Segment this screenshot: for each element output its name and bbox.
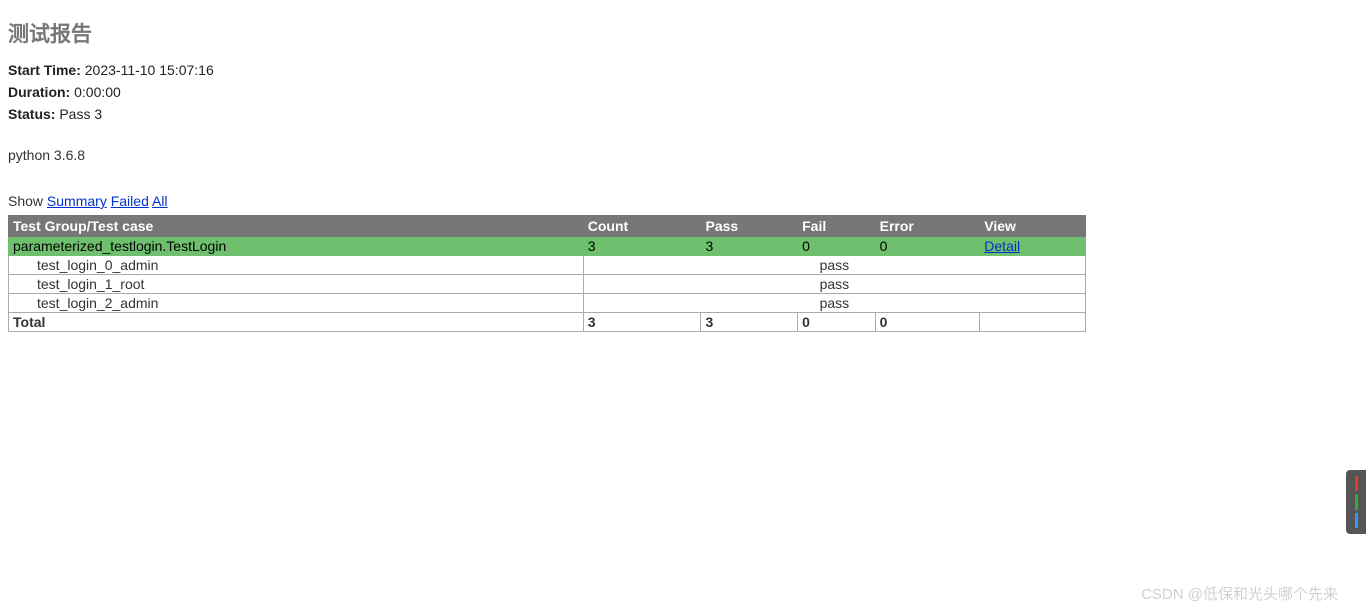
filter-all-link[interactable]: All [152, 193, 168, 209]
class-count: 3 [583, 237, 701, 256]
total-pass: 3 [701, 313, 798, 332]
filter-summary-link[interactable]: Summary [47, 193, 107, 209]
watermark-text: CSDN @低保和光头哪个先来 [1141, 583, 1338, 604]
total-label: Total [9, 313, 584, 332]
class-name: parameterized_testlogin.TestLogin [9, 237, 584, 256]
case-name: test_login_0_admin [9, 256, 584, 275]
case-name: test_login_2_admin [9, 294, 584, 313]
filter-bar: Show Summary Failed All [8, 193, 1358, 209]
header-pass: Pass [701, 216, 798, 237]
status-label: Status: [8, 106, 55, 122]
class-view: Detail [980, 237, 1086, 256]
page-title: 测试报告 [8, 18, 1358, 48]
detail-link[interactable]: Detail [984, 238, 1020, 254]
total-count: 3 [583, 313, 701, 332]
case-row: test_login_0_admin pass [9, 256, 1086, 275]
case-result: pass [583, 256, 1085, 275]
sidebar-widget[interactable] [1346, 470, 1366, 534]
case-result: pass [583, 275, 1085, 294]
total-view [980, 313, 1086, 332]
widget-bar-icon [1355, 494, 1358, 509]
header-error: Error [875, 216, 980, 237]
header-fail: Fail [798, 216, 876, 237]
total-fail: 0 [798, 313, 876, 332]
duration-value: 0:00:00 [74, 84, 121, 100]
environment-info: python 3.6.8 [8, 147, 1358, 163]
case-name: test_login_1_root [9, 275, 584, 294]
status-row: Status: Pass 3 [8, 106, 1358, 122]
duration-row: Duration: 0:00:00 [8, 84, 1358, 100]
header-view: View [980, 216, 1086, 237]
header-name: Test Group/Test case [9, 216, 584, 237]
start-time-value: 2023-11-10 15:07:16 [85, 62, 214, 78]
header-count: Count [583, 216, 701, 237]
total-row: Total 3 3 0 0 [9, 313, 1086, 332]
case-result: pass [583, 294, 1085, 313]
table-header-row: Test Group/Test case Count Pass Fail Err… [9, 216, 1086, 237]
case-row: test_login_1_root pass [9, 275, 1086, 294]
class-error: 0 [875, 237, 980, 256]
result-table: Test Group/Test case Count Pass Fail Err… [8, 215, 1086, 332]
class-fail: 0 [798, 237, 876, 256]
widget-bar-icon [1355, 476, 1358, 491]
filter-failed-link[interactable]: Failed [111, 193, 149, 209]
total-error: 0 [875, 313, 980, 332]
class-pass: 3 [701, 237, 798, 256]
class-row: parameterized_testlogin.TestLogin 3 3 0 … [9, 237, 1086, 256]
start-time-label: Start Time: [8, 62, 81, 78]
case-row: test_login_2_admin pass [9, 294, 1086, 313]
duration-label: Duration: [8, 84, 70, 100]
show-label: Show [8, 193, 43, 209]
status-value: Pass 3 [59, 106, 102, 122]
start-time-row: Start Time: 2023-11-10 15:07:16 [8, 62, 1358, 78]
widget-bar-icon [1355, 513, 1358, 528]
